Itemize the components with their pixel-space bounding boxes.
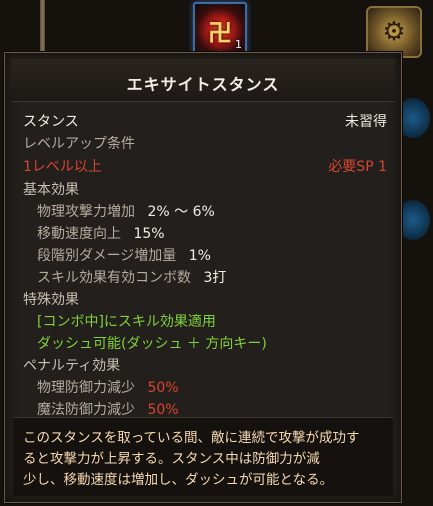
- basic-effects-header: 基本効果: [23, 182, 79, 198]
- basic-effect-row: 段階別ダメージ増加量 1%: [37, 245, 211, 265]
- gear-icon: ⚙: [382, 17, 406, 47]
- sp-requirement: 必要SP 1: [328, 159, 387, 175]
- skill-type-label: スタンス: [23, 114, 79, 130]
- description-box: このスタンスを取っている間、敵に連続で攻撃が成功す ると攻撃力が上昇する。スタン…: [13, 417, 393, 496]
- skill-slot-icon[interactable]: 卍 1: [193, 2, 247, 54]
- penalty-label: 魔法防御力減少: [37, 402, 135, 418]
- penalty-value: 50%: [147, 380, 179, 396]
- skill-description: このスタンスを取っている間、敵に連続で攻撃が成功す ると攻撃力が上昇する。スタン…: [23, 428, 385, 491]
- effect-label: 段階別ダメージ増加量: [37, 248, 177, 264]
- skill-slot-count: 1: [235, 38, 242, 51]
- skill-tooltip: エキサイトスタンス スタンス 未習得 レベルアップ条件 1レベル以上 必要SP …: [4, 52, 402, 503]
- description-line: このスタンスを取っている間、敵に連続で攻撃が成功す: [23, 430, 360, 446]
- effect-value: 3打: [203, 270, 227, 286]
- background-rail: [40, 0, 45, 60]
- skill-title: エキサイトスタンス: [126, 75, 280, 94]
- menu-emblem-button[interactable]: ⚙: [366, 6, 422, 58]
- effect-label: スキル効果有効コンボ数: [37, 270, 191, 286]
- description-line: 少し、移動速度は増加し、ダッシュが可能となる。: [23, 472, 334, 488]
- basic-effect-row: 物理攻撃力増加 2% ～ 6%: [37, 201, 215, 221]
- levelup-header: レベルアップ条件: [23, 136, 135, 152]
- tooltip-title-bar: エキサイトスタンス: [11, 59, 395, 102]
- penalty-effects-header: ペナルティ効果: [23, 358, 121, 374]
- effect-label: 物理攻撃力増加: [37, 204, 135, 220]
- penalty-effect-row: 魔法防御力減少 50%: [37, 399, 179, 419]
- penalty-effect-row: 物理防御力減少 50%: [37, 377, 179, 397]
- effect-value: 1%: [188, 248, 211, 264]
- special-effect-item: [コンボ中]にスキル効果適用: [37, 314, 216, 330]
- basic-effect-row: スキル効果有効コンボ数 3打: [37, 267, 226, 287]
- effect-value: 2% ～ 6%: [147, 204, 215, 220]
- learn-status: 未習得: [345, 114, 387, 130]
- basic-effect-row: 移動速度向上 15%: [37, 223, 165, 243]
- level-requirement: 1レベル以上: [23, 159, 102, 175]
- effect-value: 15%: [133, 226, 165, 242]
- effect-label: 移動速度向上: [37, 226, 121, 242]
- description-line: ると攻撃力が上昇する。スタンス中は防御力が減: [23, 451, 320, 467]
- penalty-label: 物理防御力減少: [37, 380, 135, 396]
- special-effect-item: ダッシュ可能(ダッシュ ＋ 方向キー): [37, 336, 267, 352]
- special-effects-header: 特殊効果: [23, 292, 79, 308]
- penalty-value: 50%: [147, 402, 179, 418]
